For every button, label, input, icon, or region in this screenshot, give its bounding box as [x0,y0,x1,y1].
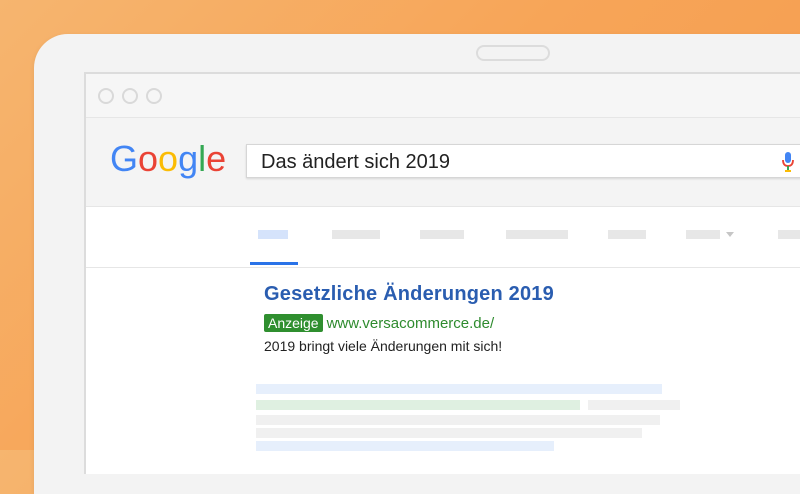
search-box[interactable] [246,144,800,178]
tab-maps[interactable] [608,230,646,239]
search-input[interactable] [259,150,763,175]
placeholder-result-title [256,384,662,394]
result-snippet: 2019 bringt viele Änderungen mit sich! [264,338,503,354]
search-tabs [86,207,800,268]
google-logo[interactable]: Google [110,138,226,180]
device-speaker [476,45,550,61]
placeholder-result-text [256,415,660,425]
search-header: Google [86,118,800,207]
active-tab-indicator [250,262,298,265]
window-close-button[interactable] [98,88,114,104]
tab-all[interactable] [258,230,288,239]
placeholder-result-text [256,428,642,438]
browser-window: Google [84,72,800,474]
microphone-icon[interactable] [781,152,795,172]
logo-letter: e [206,138,227,179]
logo-letter: o [158,138,179,179]
placeholder-result-url [256,400,580,410]
tab-more[interactable] [686,230,720,239]
search-result-ad: Gesetzliche Änderungen 2019 Anzeige www.… [264,283,554,354]
tab-settings[interactable] [778,230,800,239]
logo-letter: g [178,138,199,179]
chevron-down-icon [726,232,734,237]
window-maximize-button[interactable] [146,88,162,104]
result-url[interactable]: www.versacommerce.de/ [327,315,495,332]
window-minimize-button[interactable] [122,88,138,104]
browser-titlebar [86,74,800,118]
placeholder-result-text [588,400,680,410]
tab-images[interactable] [332,230,380,239]
logo-letter: o [138,138,159,179]
result-ad-line: Anzeige www.versacommerce.de/ [264,314,554,332]
result-title[interactable]: Gesetzliche Änderungen 2019 [264,283,554,306]
logo-letter: l [198,138,207,179]
ad-badge: Anzeige [264,314,323,332]
logo-letter: G [110,138,139,179]
tab-news[interactable] [420,230,464,239]
tab-videos[interactable] [506,230,568,239]
